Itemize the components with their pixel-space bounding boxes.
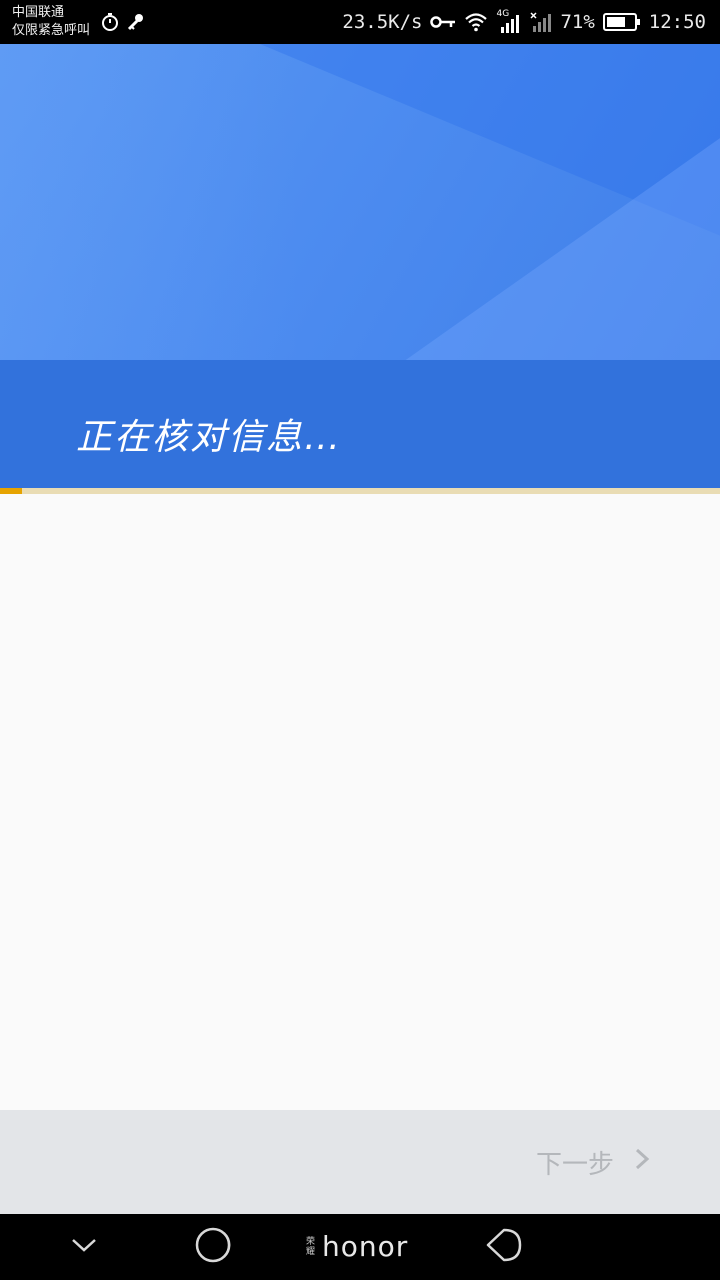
content-area bbox=[0, 494, 720, 1110]
wifi-icon bbox=[464, 12, 488, 32]
carrier-info: 中国联通 仅限紧急呼叫 bbox=[12, 4, 90, 40]
signal-4g-icon: 4G bbox=[496, 9, 522, 33]
action-bar: 下一步 bbox=[0, 1110, 720, 1214]
verifying-text: 正在核对信息… bbox=[76, 417, 343, 458]
back-icon bbox=[484, 1225, 524, 1269]
screen: 中国联通 仅限紧急呼叫 23.5K/s 4G 71% 12:50 正在核对信息…… bbox=[0, 0, 720, 1280]
header-graphic bbox=[0, 44, 720, 360]
carrier-status: 仅限紧急呼叫 bbox=[12, 23, 91, 38]
chevron-right-icon bbox=[634, 1147, 650, 1178]
chevron-down-icon bbox=[71, 1237, 97, 1257]
home-circle-icon bbox=[194, 1225, 234, 1269]
brand-small-text: 荣耀 bbox=[306, 1237, 316, 1257]
brand-name: honor bbox=[322, 1230, 409, 1263]
carrier-name: 中国联通 bbox=[12, 5, 65, 20]
next-button[interactable]: 下一步 bbox=[536, 1144, 650, 1181]
hide-nav-button[interactable] bbox=[64, 1227, 104, 1267]
honor-logo: 荣耀 honor bbox=[306, 1232, 408, 1262]
clock: 12:50 bbox=[648, 11, 706, 33]
stopwatch-icon bbox=[100, 12, 120, 32]
vpn-key-icon bbox=[430, 15, 456, 29]
navigation-bar: 荣耀 honor bbox=[0, 1214, 720, 1280]
network-speed: 23.5K/s bbox=[342, 11, 423, 33]
battery-icon bbox=[602, 12, 641, 32]
battery-percent: 71% bbox=[560, 11, 595, 33]
status-banner: 正在核对信息… bbox=[0, 360, 720, 488]
home-button[interactable] bbox=[194, 1227, 234, 1267]
key-icon bbox=[126, 12, 146, 32]
no-signal-icon bbox=[530, 12, 552, 32]
status-bar: 中国联通 仅限紧急呼叫 23.5K/s 4G 71% 12:50 bbox=[0, 0, 720, 44]
back-button[interactable] bbox=[484, 1227, 524, 1267]
status-indicators: 23.5K/s 4G 71% 12:50 bbox=[342, 0, 706, 44]
next-button-label: 下一步 bbox=[535, 1150, 614, 1180]
